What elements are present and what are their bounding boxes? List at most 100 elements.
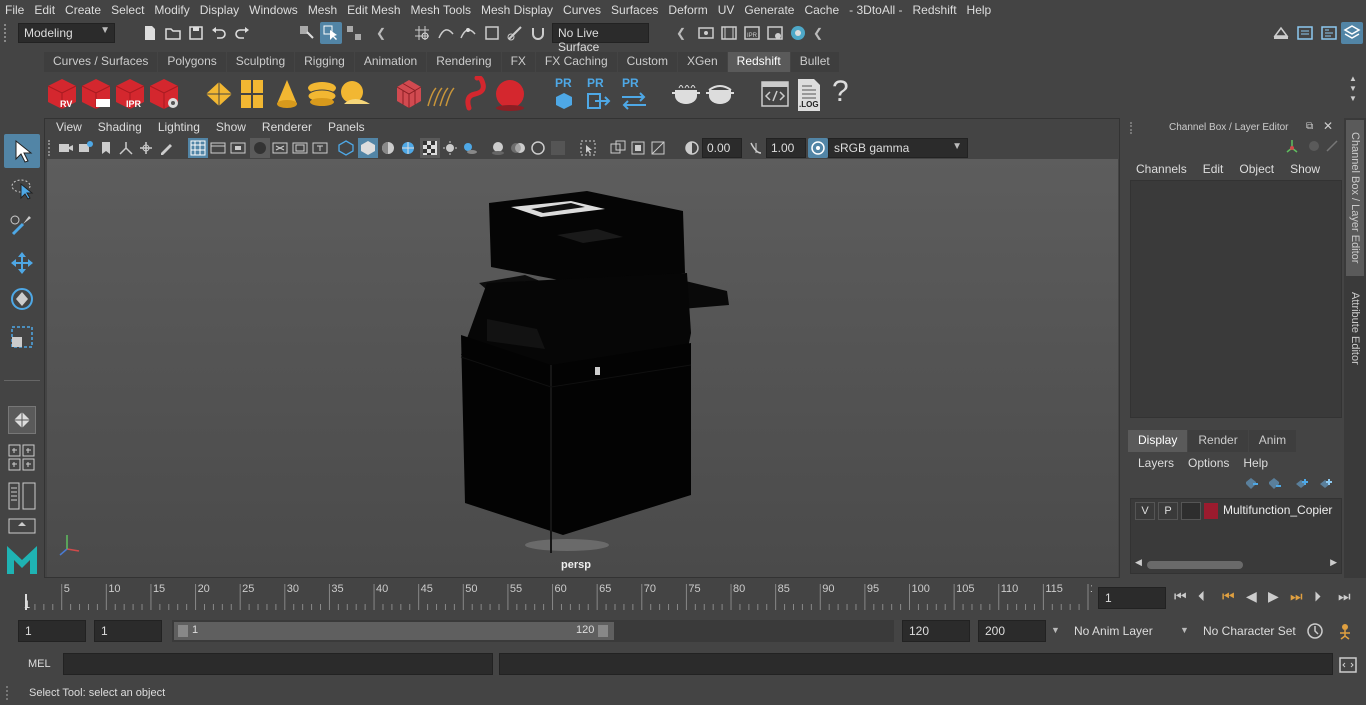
film-gate-icon[interactable] xyxy=(210,140,226,156)
menu-3dtoall[interactable]: - 3DtoAll - xyxy=(844,3,907,17)
manipulator-icon[interactable] xyxy=(1284,138,1300,154)
xray-joints-icon[interactable] xyxy=(630,140,646,156)
attribute-editor-side-tab[interactable]: Attribute Editor xyxy=(1346,280,1364,376)
grip-handle[interactable] xyxy=(48,140,56,156)
menu-create[interactable]: Create xyxy=(60,3,106,17)
gamma-field[interactable]: 1.00 xyxy=(766,138,806,158)
script-editor-icon[interactable] xyxy=(760,80,790,108)
shelf-tab-custom[interactable]: Custom xyxy=(617,52,677,72)
exposure-icon[interactable] xyxy=(684,140,700,156)
menu-mesh[interactable]: Mesh xyxy=(303,3,342,17)
menu-curves[interactable]: Curves xyxy=(558,3,606,17)
anim-layer-dropdown[interactable]: No Anim Layer xyxy=(1066,620,1176,642)
safe-title-icon[interactable] xyxy=(312,140,328,156)
resolution-gate-icon[interactable] xyxy=(230,140,246,156)
tool-settings-icon[interactable] xyxy=(1320,24,1338,42)
script-editor-icon[interactable] xyxy=(1339,656,1357,674)
speed-icon[interactable] xyxy=(1306,138,1322,154)
menu-windows[interactable]: Windows xyxy=(244,3,303,17)
colorspace-dropdown[interactable]: sRGB gamma ▼ xyxy=(828,138,968,158)
viewport-menu-show[interactable]: Show xyxy=(208,120,254,138)
visibility-toggle[interactable]: V xyxy=(1135,502,1155,520)
menu-mesh-display[interactable]: Mesh Display xyxy=(476,3,558,17)
use-all-lights-icon[interactable] xyxy=(442,140,458,156)
rotate-tool-icon[interactable] xyxy=(9,286,35,312)
chevron-down-icon[interactable]: ▼ xyxy=(1051,625,1060,635)
hypershade-icon[interactable] xyxy=(789,24,807,42)
step-forward-icon[interactable]: ⏵ xyxy=(1314,588,1321,605)
go-to-start-icon[interactable]: ⏮ xyxy=(1174,588,1187,605)
color-management-toggle[interactable] xyxy=(808,138,828,158)
time-slider-ruler[interactable]: 5 10 15 20 25 30 35 40 45 50 55 60 65 70 75 80 85 90 95 100… xyxy=(20,580,1092,610)
safe-action-icon[interactable] xyxy=(292,140,308,156)
new-scene-icon[interactable] xyxy=(141,24,159,42)
select-camera-icon[interactable] xyxy=(58,140,74,156)
menu-display[interactable]: Display xyxy=(195,3,244,17)
textured-button[interactable] xyxy=(420,138,440,158)
exposure-field[interactable]: 0.00 xyxy=(702,138,742,158)
area-light-icon[interactable] xyxy=(204,80,234,108)
chevron-left-icon[interactable]: ❮ xyxy=(376,26,392,40)
modeling-toolkit-icon[interactable] xyxy=(1272,24,1290,42)
multifunction-copier-model[interactable] xyxy=(447,187,747,557)
redshift-ipr-icon[interactable]: IPR xyxy=(114,77,146,111)
bookmark-icon[interactable] xyxy=(98,140,114,156)
viewport-3d[interactable] xyxy=(47,159,1118,577)
log-button[interactable]: .LOG xyxy=(795,78,823,112)
close-icon[interactable]: ✕ xyxy=(1323,119,1333,133)
viewport-menu-renderer[interactable]: Renderer xyxy=(254,120,320,138)
image-plane-icon[interactable] xyxy=(118,140,134,156)
render-settings-icon[interactable] xyxy=(766,24,784,42)
render-view-icon[interactable] xyxy=(697,24,715,42)
current-time-marker[interactable] xyxy=(25,594,27,610)
proxy-curve-icon[interactable] xyxy=(463,76,493,112)
select-by-object-button[interactable] xyxy=(320,22,342,44)
layer-tab-anim[interactable]: Anim xyxy=(1248,430,1297,452)
shelf-tab-bullet[interactable]: Bullet xyxy=(790,52,839,72)
playback-end-field[interactable]: 120 xyxy=(902,620,970,642)
outliner-layout-icon[interactable] xyxy=(8,518,36,534)
time-slider[interactable]: 5 10 15 20 25 30 35 40 45 50 55 60 65 70 75 80 85 90 95 100… xyxy=(20,580,1092,610)
help-icon[interactable]: ? xyxy=(832,74,849,110)
scroll-left-icon[interactable]: ◀ xyxy=(1135,557,1142,568)
field-chart-icon[interactable] xyxy=(272,140,288,156)
step-forward-key-icon[interactable]: ⏭ xyxy=(1290,588,1303,605)
character-set-dropdown[interactable]: No Character Set xyxy=(1195,620,1301,642)
menu-edit[interactable]: Edit xyxy=(29,3,60,17)
smooth-shade-button[interactable] xyxy=(358,138,378,158)
four-view-layout-icon[interactable] xyxy=(8,444,36,472)
pr-export-button[interactable]: PR xyxy=(585,76,613,112)
menu-edit-mesh[interactable]: Edit Mesh xyxy=(342,3,405,17)
select-by-component-icon[interactable] xyxy=(345,24,363,42)
step-back-key-icon[interactable]: ⏮ xyxy=(1222,588,1235,605)
current-frame-field[interactable]: 1 xyxy=(1098,587,1166,609)
live-surface-field[interactable]: No Live Surface xyxy=(552,23,649,54)
shelf-tab-rendering[interactable]: Rendering xyxy=(427,52,501,72)
new-empty-layer-icon[interactable] xyxy=(1294,476,1310,492)
scroll-right-icon[interactable]: ▶ xyxy=(1330,557,1337,568)
shelf-tab-fx[interactable]: FX xyxy=(501,52,535,72)
layer-row[interactable]: V P Multifunction_Copier xyxy=(1133,501,1341,521)
shelf-tab-animation[interactable]: Animation xyxy=(354,52,427,72)
save-scene-icon[interactable] xyxy=(187,24,205,42)
channel-box-toggle-button[interactable] xyxy=(1341,22,1363,44)
chevron-left-icon[interactable]: ❮ xyxy=(813,26,829,40)
new-layer-from-selected-icon[interactable] xyxy=(1318,476,1334,492)
open-scene-icon[interactable] xyxy=(164,24,182,42)
menu-select[interactable]: Select xyxy=(106,3,149,17)
wireframe-icon[interactable] xyxy=(338,140,354,156)
menu-help[interactable]: Help xyxy=(962,3,997,17)
ipr-render-icon[interactable]: IPR xyxy=(743,24,761,42)
layer-tab-render[interactable]: Render xyxy=(1188,430,1248,452)
volume-icon[interactable] xyxy=(395,78,423,110)
paint-select-tool-icon[interactable] xyxy=(9,212,35,238)
layer-menu-options[interactable]: Options xyxy=(1188,456,1229,472)
animation-start-field[interactable]: 1 xyxy=(18,620,86,642)
portal-light-icon[interactable] xyxy=(239,78,265,110)
attribute-editor-icon[interactable] xyxy=(1296,24,1314,42)
grip-handle[interactable] xyxy=(6,686,14,700)
depth-of-field-icon[interactable] xyxy=(550,140,566,156)
shadows-icon[interactable] xyxy=(462,140,478,156)
isolate-select-icon[interactable] xyxy=(580,140,596,156)
sphere-object-icon[interactable] xyxy=(494,76,528,112)
